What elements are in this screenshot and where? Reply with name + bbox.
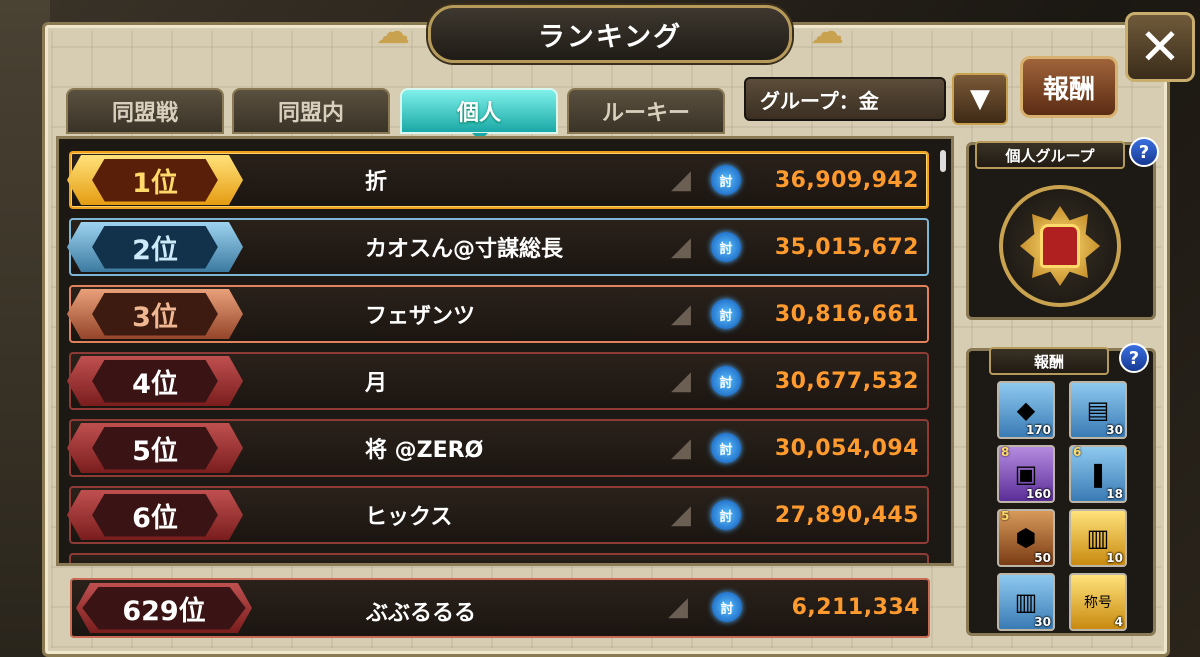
cloud-ornament-right-icon: ☁: [810, 12, 844, 52]
rank-badge: 5位: [67, 423, 243, 473]
player-name: ヒックス: [365, 505, 453, 530]
ranking-row-partial: [69, 553, 929, 563]
cloud-ornament-left-icon: ☁: [376, 12, 410, 52]
ranking-scrollbar[interactable]: [940, 150, 948, 560]
scrollbar-thumb[interactable]: [940, 150, 946, 172]
blue-ticket-icon[interactable]: ▥ 30: [997, 573, 1055, 631]
crystal-icon[interactable]: ◆ 170: [997, 381, 1055, 439]
subjugation-icon: 討: [711, 366, 741, 396]
rank-badge: 629位: [76, 583, 252, 633]
player-name: ぶぶるるる: [366, 601, 477, 626]
ranking-row[interactable]: 4位 月 ◢ 討 30,677,532: [67, 352, 929, 410]
score: 30,677,532: [774, 368, 919, 394]
blade-icon[interactable]: 6 ❚ 18: [1069, 445, 1127, 503]
score: 36,909,942: [774, 167, 919, 193]
ranking-row[interactable]: 3位 フェザンツ ◢ 討 30,816,661: [67, 285, 929, 343]
player-name: フェザンツ: [365, 304, 476, 329]
group-panel: 個人グループ ?: [966, 137, 1159, 320]
rank-badge: 3位: [67, 289, 243, 339]
title-badge-icon[interactable]: 称号 4: [1069, 573, 1127, 631]
rank-badge: 4位: [67, 356, 243, 406]
ranking-list[interactable]: 1位 折 ◢ 討 36,909,942 2位 カオスん@寸謀総長 ◢ 討 35,…: [56, 136, 954, 566]
subjugation-icon: 討: [711, 165, 741, 195]
score: 6,211,334: [791, 595, 920, 620]
group-panel-title: 個人グループ: [975, 141, 1125, 169]
reward-panel-title: 報酬: [989, 347, 1109, 375]
subjugation-icon: 討: [711, 299, 741, 329]
help-icon[interactable]: ?: [1119, 343, 1149, 373]
score: 30,816,661: [774, 301, 919, 327]
reward-panel: 報酬 ? ◆ 170 ▤ 30 8 ▣ 160 6 ❚ 18 5 ⬢ 50 ▥ 10 ▥ 30 称号…: [966, 343, 1156, 636]
score: 27,890,445: [774, 502, 919, 528]
scroll-icon[interactable]: ▤ 30: [1069, 381, 1127, 439]
chevron-down-icon[interactable]: ▼: [952, 73, 1008, 125]
ore-icon[interactable]: 5 ⬢ 50: [997, 509, 1055, 567]
ranking-row[interactable]: 2位 カオスん@寸謀総長 ◢ 討 35,015,672: [67, 218, 929, 276]
close-button[interactable]: ✕: [1125, 12, 1195, 82]
ranking-row[interactable]: 5位 将 @ZERØ ◢ 討 30,054,094: [67, 419, 929, 477]
group-select[interactable]: グループ：金: [744, 77, 946, 121]
subjugation-icon: 討: [712, 592, 742, 622]
player-name: 折: [365, 170, 388, 195]
ranking-row[interactable]: 1位 折 ◢ 討 36,909,942: [67, 151, 929, 209]
tab-individual[interactable]: 個人: [400, 88, 558, 141]
help-icon[interactable]: ?: [1129, 137, 1159, 167]
tab-alliance-internal[interactable]: 同盟内: [232, 88, 390, 134]
rank-badge: 6位: [67, 490, 243, 540]
subjugation-icon: 討: [711, 232, 741, 262]
rank-badge: 2位: [67, 222, 243, 272]
gold-ticket-icon[interactable]: ▥ 10: [1069, 509, 1127, 567]
reward-items: ◆ 170 ▤ 30 8 ▣ 160 6 ❚ 18 5 ⬢ 50 ▥ 10 ▥ 30 称号 4: [997, 381, 1127, 631]
reward-button[interactable]: 報酬: [1020, 56, 1118, 118]
rank-badge: 1位: [67, 155, 243, 205]
chest-icon[interactable]: 8 ▣ 160: [997, 445, 1055, 503]
tab-rookie[interactable]: ルーキー: [567, 88, 725, 134]
score: 30,054,094: [774, 435, 919, 461]
ranking-row[interactable]: 6位 ヒックス ◢ 討 27,890,445: [67, 486, 929, 544]
player-name: カオスん@寸謀総長: [365, 237, 564, 262]
group-emblem-icon: [999, 185, 1121, 307]
own-ranking-row: 629位 ぶぶるるる ◢ 討 6,211,334: [70, 578, 930, 638]
score: 35,015,672: [774, 234, 919, 260]
tab-alliance-war[interactable]: 同盟戦: [66, 88, 224, 134]
window-title: ランキング: [428, 5, 792, 63]
subjugation-icon: 討: [711, 433, 741, 463]
player-name: 将 @ZERØ: [365, 438, 484, 463]
player-name: 月: [365, 371, 388, 396]
subjugation-icon: 討: [711, 500, 741, 530]
